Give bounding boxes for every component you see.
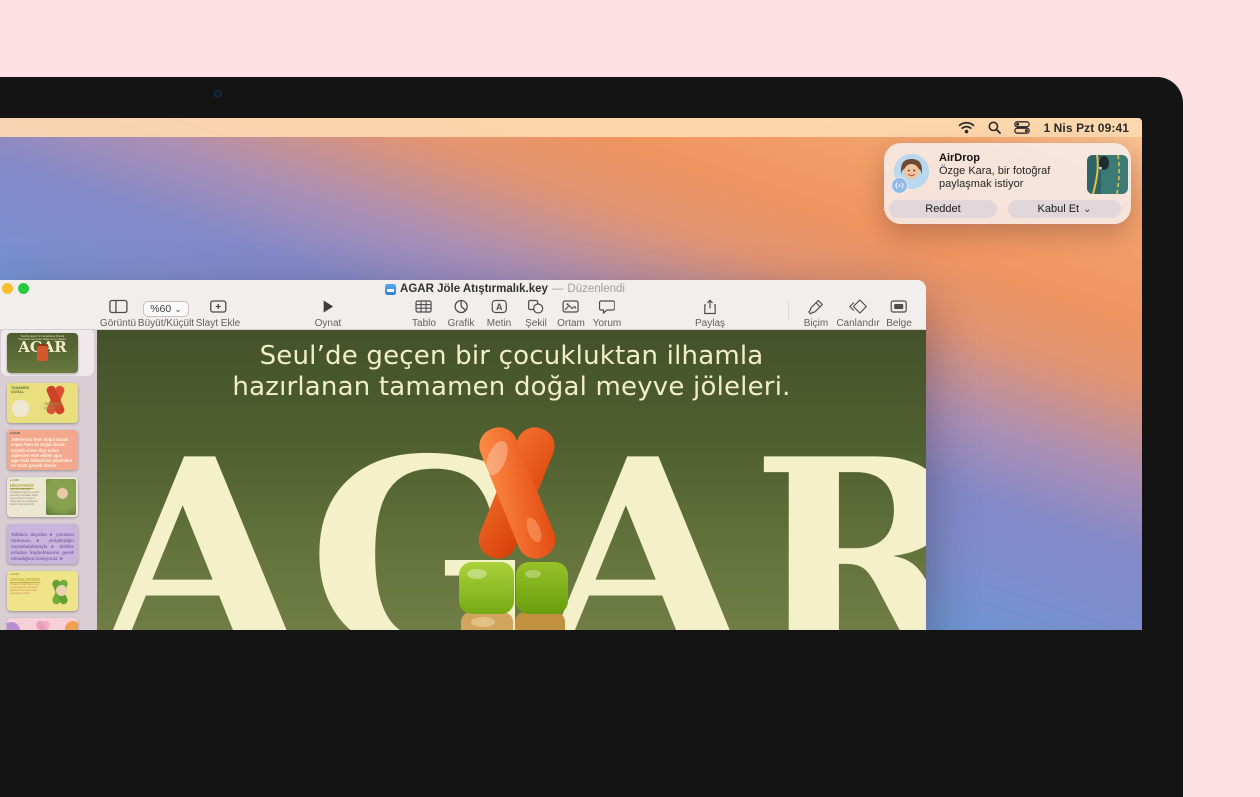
window-chrome: AGAR Jöle Atıştırmalık.key — Düzenlendi … — [0, 280, 926, 330]
slide-navigator: 1 Seul’de geçen bir çocukluktan ilhamlah… — [0, 330, 97, 630]
play-icon — [322, 299, 335, 314]
slide-thumbnail-2[interactable]: TAMAMEN DOĞAL TAMAMEN LEZZETLİ — [7, 383, 78, 423]
avatar — [894, 154, 929, 189]
slide-thumbnail-6[interactable]: ■ AGAR ÜRÜNLERİMİZ Tamamen doğal meyve s… — [7, 571, 78, 611]
slide-headline: Seul’de geçen bir çocukluktan ilhamla ha… — [97, 341, 926, 403]
zoom-dropdown[interactable]: %60⌄ — [143, 301, 189, 317]
comment-icon — [599, 299, 615, 314]
notification-title: AirDrop — [939, 152, 980, 164]
menu-bar: 1 Nis Pzt 09:41 — [0, 118, 1142, 137]
toolbar-media-button[interactable]: Ortam — [557, 299, 585, 329]
format-brush-icon — [808, 299, 824, 315]
slide-thumbnail-1[interactable]: Seul’de geçen bir çocukluktan ilhamlahaz… — [7, 333, 78, 373]
keynote-doc-icon — [385, 284, 396, 295]
slide-thumbnail-5[interactable]: Tatlılara duyulan ■ çocuksu tutkunun, ■ … — [7, 524, 78, 564]
minimize-button[interactable] — [2, 283, 13, 294]
toolbar-animate-button[interactable]: Canlandır — [836, 299, 879, 329]
face-graphic — [56, 585, 67, 596]
chevron-down-icon: ⌄ — [174, 304, 182, 314]
toolbar-format-button[interactable]: Biçim — [804, 299, 828, 329]
slide-number: 4 — [0, 493, 5, 500]
slide-number: 7 — [0, 626, 5, 630]
media-icon — [563, 299, 580, 314]
shared-photo-thumbnail — [1087, 155, 1128, 194]
toolbar-share-button[interactable]: Paylaş — [695, 299, 725, 329]
view-sidebar-icon — [108, 299, 127, 314]
table-icon — [416, 299, 433, 314]
toolbar-chart-button[interactable]: Grafik — [448, 299, 475, 329]
slide-number: 1 — [0, 349, 5, 356]
slide-number: 3 — [0, 446, 5, 453]
slide-canvas[interactable]: Seul’de geçen bir çocukluktan ilhamla ha… — [97, 330, 926, 630]
airdrop-badge-icon — [891, 177, 908, 194]
wifi-icon[interactable] — [958, 121, 975, 134]
accept-button[interactable]: Kabul Et ⌄ — [1008, 200, 1121, 218]
toolbar-add-slide-button[interactable]: Slayt Ekle — [196, 299, 240, 329]
text-icon: A — [490, 299, 507, 314]
slide-thumbnail-3[interactable]: ■ AGAR Jölelerimiz hem doğal olarak vega… — [7, 430, 78, 470]
chevron-down-icon: ⌄ — [1083, 204, 1091, 215]
document-name: AGAR Jöle Atıştırmalık.key — [400, 283, 548, 295]
animate-diamond-icon — [848, 299, 867, 314]
accept-button-label: Kabul Et — [1038, 203, 1080, 215]
photo-graphic — [46, 479, 76, 515]
slide-number: 6 — [0, 587, 5, 594]
add-slide-icon — [210, 299, 227, 314]
toolbar-view-button[interactable]: Görüntü — [100, 299, 136, 329]
toolbar-table-button[interactable]: Tablo — [412, 299, 436, 329]
title-separator: — — [552, 283, 564, 295]
slide-number: 2 — [0, 399, 5, 406]
airdrop-notification[interactable]: AirDrop Özge Kara, bir fotoğraf paylaşma… — [884, 143, 1131, 224]
search-icon[interactable] — [988, 121, 1001, 134]
svg-text:A: A — [496, 302, 503, 312]
jar-graphic — [37, 344, 48, 361]
mac-display-bezel: 1 Nis Pzt 09:41 — [0, 77, 1183, 797]
document-icon — [890, 299, 907, 314]
toolbar-comment-button[interactable]: Yorum — [593, 299, 622, 329]
camera-dot — [214, 90, 222, 98]
keynote-window: AGAR Jöle Atıştırmalık.key — Düzenlendi … — [0, 280, 926, 630]
slide-thumbnail-4[interactable]: ■ AGAR HİKAYEMİZ Agar, bize Seul'deki mu… — [7, 477, 78, 517]
control-center-icon[interactable] — [1014, 121, 1030, 134]
toolbar-document-button[interactable]: Belge — [886, 299, 912, 329]
share-icon — [703, 299, 717, 315]
decline-button-label: Reddet — [925, 203, 960, 215]
chart-icon — [453, 299, 468, 314]
window-title: AGAR Jöle Atıştırmalık.key — Düzenlendi — [385, 283, 625, 295]
shape-icon — [528, 299, 545, 314]
toolbar-zoom-control[interactable]: %60⌄ Büyüt/Küçült — [138, 299, 194, 329]
toolbar-play-button[interactable]: Oynat — [315, 299, 342, 329]
notification-message-line1: Özge Kara, bir fotoğraf — [939, 165, 1050, 178]
toolbar-separator — [788, 302, 789, 320]
toolbar-text-button[interactable]: A Metin — [487, 299, 511, 329]
document-status: Düzenlendi — [567, 283, 625, 295]
slide-number: 5 — [0, 540, 5, 547]
zoom-window-button[interactable] — [18, 283, 29, 294]
mac-screen: 1 Nis Pzt 09:41 — [0, 118, 1142, 630]
gummy-stack-graphic — [437, 426, 597, 630]
notification-message-line2: paylaşmak istiyor — [939, 178, 1023, 191]
decline-button[interactable]: Reddet — [889, 200, 997, 218]
menu-bar-clock[interactable]: 1 Nis Pzt 09:41 — [1043, 121, 1129, 135]
toolbar-shape-button[interactable]: Şekil — [525, 299, 547, 329]
slide-thumbnail-7[interactable] — [7, 618, 78, 630]
